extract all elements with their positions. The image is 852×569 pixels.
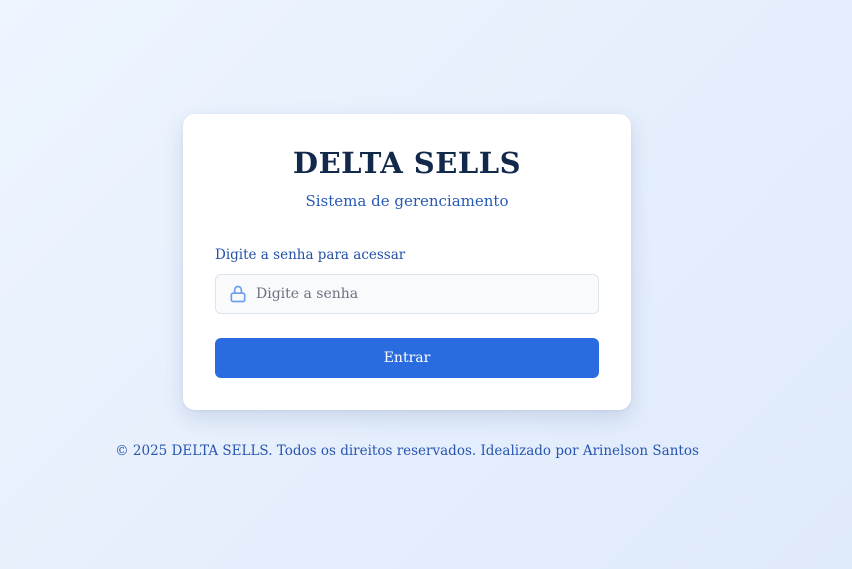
submit-button[interactable]: Entrar <box>215 338 599 378</box>
login-card: DELTA SELLS Sistema de gerenciamento Dig… <box>183 114 631 410</box>
footer-copyright: © 2025 DELTA SELLS. Todos os direitos re… <box>115 443 699 459</box>
password-field-wrapper[interactable] <box>215 274 599 314</box>
password-input[interactable] <box>256 275 586 313</box>
password-label: Digite a senha para acessar <box>215 247 406 263</box>
page-title: DELTA SELLS <box>292 146 522 180</box>
lock-icon <box>230 285 246 303</box>
page-subtitle: Sistema de gerenciamento <box>305 192 509 210</box>
